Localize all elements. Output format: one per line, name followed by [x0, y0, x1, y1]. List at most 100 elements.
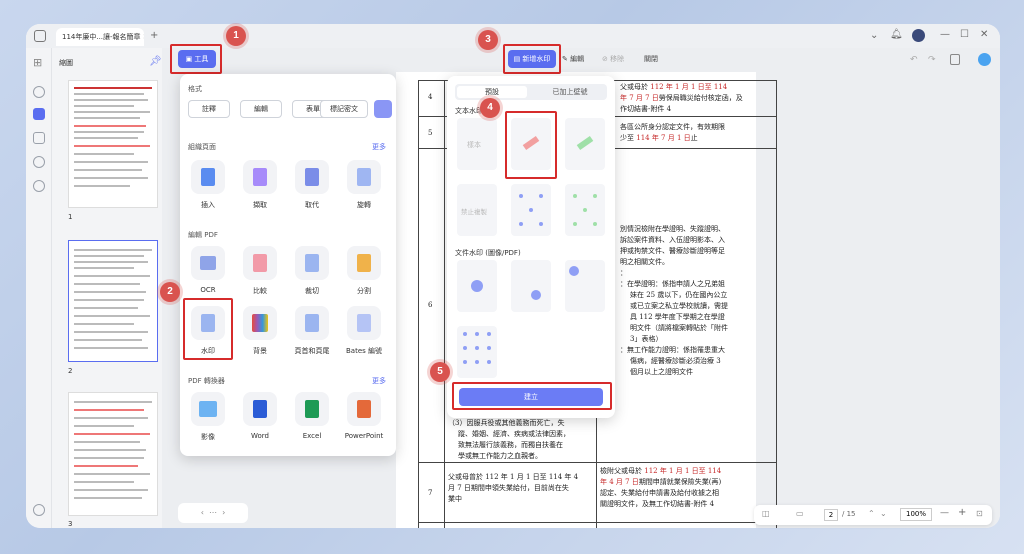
bates-tool[interactable]: Bates 編號 — [342, 306, 386, 356]
grid-icon[interactable]: ⊞ — [33, 56, 45, 69]
text-watermark-sample[interactable]: 樣本 — [457, 118, 497, 170]
doc-line: 作切結書-附件 4 — [620, 105, 672, 113]
row-7-left: 父或母曾於 112 年 1 月 1 日至 114 年 4 月 7 日期間申領失業… — [448, 472, 594, 505]
file-watermark-2[interactable] — [511, 260, 551, 312]
undo-icon[interactable]: ↶ — [910, 55, 918, 65]
page-total: / 15 — [842, 510, 856, 518]
edit-watermark-button[interactable]: ✎ 編輯 — [562, 54, 584, 64]
section-text-watermark: 文本水印 — [455, 107, 483, 115]
annotate-button[interactable]: 註釋 — [188, 100, 230, 118]
background-tool[interactable]: 背景 — [238, 306, 282, 356]
powerpoint-convert-tool[interactable]: PowerPoint — [342, 392, 386, 440]
organize-more-link[interactable]: 更多 — [372, 142, 386, 152]
remove-watermark-button[interactable]: ⊘ 移除 — [602, 54, 624, 64]
page-down-icon[interactable]: ⌄ — [880, 509, 887, 518]
prev-icon[interactable]: ‹ — [201, 508, 204, 517]
doc-line: 年 7 月 7 日勞保局職災給付核定函，及 — [620, 94, 743, 102]
home-icon[interactable] — [34, 30, 46, 42]
row-5-number: 5 — [428, 129, 433, 137]
document-tab[interactable]: 114年廉中...讓-報名簡章 ✕ — [56, 28, 144, 46]
sidebar-toggle-icon[interactable]: ◫ — [762, 509, 770, 518]
badge-icon — [531, 290, 541, 300]
redo-icon[interactable]: ↷ — [928, 55, 936, 65]
page-current[interactable]: 2 — [824, 509, 838, 521]
page-thumbnail-3[interactable] — [68, 392, 158, 516]
redact-button[interactable]: 標記密文 — [320, 100, 368, 118]
chevron-down-icon[interactable]: ⌄ — [870, 30, 878, 42]
converter-more-link[interactable]: 更多 — [372, 376, 386, 386]
thumbnails-icon[interactable] — [33, 108, 45, 120]
close-icon[interactable]: ✕ — [980, 29, 988, 41]
doc-line: ：在學證明：係指申請人之兄弟姐 — [620, 280, 725, 288]
header-footer-tool[interactable]: 頁首和頁尾 — [290, 306, 334, 356]
tab-added[interactable]: 已加上壁號 — [535, 86, 605, 98]
background-label: 背景 — [253, 347, 267, 355]
table-border-right — [776, 80, 777, 528]
settings-icon[interactable] — [33, 504, 45, 516]
row-4-number: 4 — [428, 93, 433, 101]
ocr-tool[interactable]: OCR — [186, 246, 230, 294]
rotate-tool[interactable]: 旋轉 — [342, 160, 386, 210]
crop-tool[interactable]: 裁切 — [290, 246, 334, 296]
close-watermark-button[interactable]: 關閉 — [644, 54, 658, 64]
file-watermark-4[interactable] — [457, 326, 497, 378]
zoom-out-icon[interactable]: — — [940, 508, 949, 518]
highlight-box-3 — [503, 44, 561, 74]
fit-page-icon[interactable]: ⊡ — [976, 509, 983, 518]
search-icon[interactable] — [33, 86, 45, 98]
doc-line: 少至 114 年 7 月 1 日止 — [620, 134, 698, 142]
bates-label: Bates 編號 — [345, 347, 382, 355]
ai-assistant-icon[interactable] — [978, 53, 991, 66]
word-convert-tool[interactable]: Word — [238, 392, 282, 440]
split-tool[interactable]: 分割 — [342, 246, 386, 296]
section-converter: PDF 轉換器 — [188, 377, 225, 385]
extract-tool[interactable]: 擷取 — [238, 160, 282, 210]
customize-icon[interactable] — [374, 100, 392, 118]
highlight-box-4 — [505, 111, 557, 179]
text-watermark-tiled-2[interactable] — [565, 184, 605, 236]
tab-preset[interactable]: 預設 — [457, 86, 527, 98]
bell-icon[interactable]: 🔔︎ — [890, 29, 903, 41]
page-thumbnail-1[interactable] — [68, 80, 158, 208]
split-icon — [357, 254, 371, 272]
next-icon[interactable]: › — [222, 508, 225, 517]
new-tab-icon[interactable]: + — [150, 30, 158, 42]
extract-label: 擷取 — [253, 201, 267, 209]
page-up-icon[interactable]: ⌃ — [868, 509, 875, 518]
file-watermark-3[interactable] — [565, 260, 605, 312]
zoom-in-icon[interactable]: + — [958, 507, 966, 518]
image-icon — [199, 401, 217, 417]
insert-tool[interactable]: 插入 — [186, 160, 230, 210]
text-watermark-diagonal-green[interactable] — [565, 118, 605, 170]
minimize-icon[interactable]: — — [940, 29, 950, 41]
doc-line: 各區公所身分認定文件，有效期限 — [620, 123, 725, 131]
present-icon[interactable]: ▭ — [796, 509, 804, 518]
file-watermark-1[interactable] — [457, 260, 497, 312]
split-label: 分割 — [357, 287, 371, 295]
avatar[interactable] — [912, 29, 925, 42]
rotate-icon — [357, 168, 371, 186]
zoom-level[interactable]: 100% — [900, 508, 932, 521]
save-icon[interactable] — [950, 54, 960, 65]
doc-line: （3）因服兵役或其他義務而死亡，失 — [448, 419, 565, 427]
comment-icon[interactable] — [33, 156, 45, 168]
replace-tool[interactable]: 取代 — [290, 160, 334, 210]
edit-button[interactable]: 編輯 — [240, 100, 282, 118]
text-watermark-tiled-1[interactable] — [511, 184, 551, 236]
maximize-icon[interactable]: ☐ — [960, 29, 969, 41]
image-convert-tool[interactable]: 影像 — [186, 392, 230, 442]
compare-tool[interactable]: 比較 — [238, 246, 282, 296]
row-6-left: （3）因服兵役或其他義務而死亡，失 蹤、婚姻、經濟、疾病或法律因素， 致無法履行… — [448, 418, 594, 462]
thumbnail-nav: ‹ ⋯ › — [178, 503, 248, 523]
bookmark-icon[interactable] — [33, 132, 45, 144]
page-thumbnail-2[interactable] — [68, 240, 158, 362]
doc-line: 父或母於 112 年 1 月 1 日至 114 — [620, 83, 728, 91]
text-watermark-no-copy[interactable]: 禁止複製 — [457, 184, 497, 236]
doc-line: 月 7 日期間申領失業給付，目前尚在失 — [448, 484, 569, 492]
pin-icon[interactable]: 📌︎ — [149, 56, 162, 68]
more-icon[interactable]: ⋯ — [209, 508, 217, 517]
diagonal-mark — [576, 135, 594, 151]
attachment-icon[interactable] — [33, 180, 45, 192]
doc-line: 3」表格） — [630, 335, 663, 343]
excel-convert-tool[interactable]: Excel — [290, 392, 334, 440]
